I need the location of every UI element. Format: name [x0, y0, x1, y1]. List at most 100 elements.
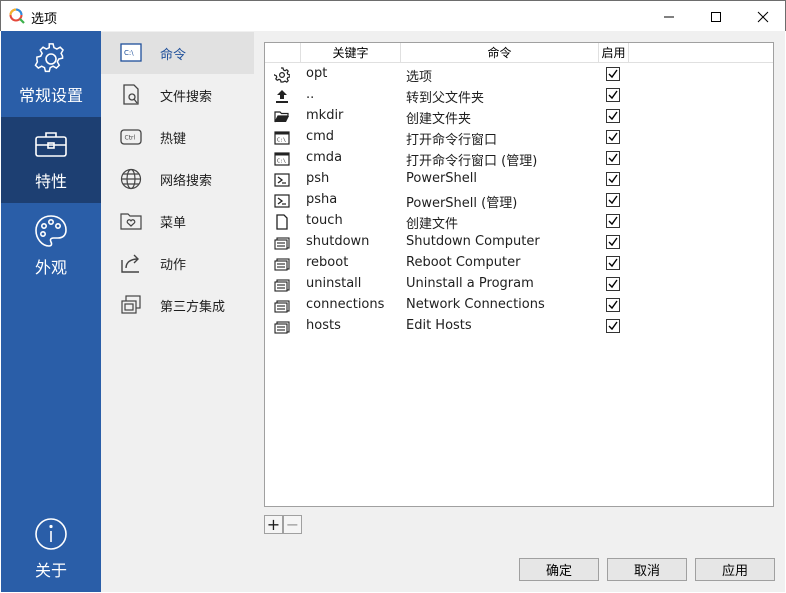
table-row[interactable]: reboot Reboot Computer: [265, 253, 773, 274]
enabled-checkbox[interactable]: [606, 298, 620, 312]
folder-open-icon: [274, 111, 289, 123]
stack-window-icon: [274, 279, 290, 292]
enabled-checkbox[interactable]: [606, 151, 620, 165]
add-command-button[interactable]: +: [264, 515, 283, 534]
sub-item-actions[interactable]: 动作: [101, 242, 254, 284]
enabled-checkbox[interactable]: [606, 172, 620, 186]
rail-item-general[interactable]: 常规设置: [1, 31, 101, 117]
row-command: 转到父文件夹: [406, 91, 485, 106]
rail-item-appearance[interactable]: 外观: [1, 203, 101, 289]
enabled-checkbox[interactable]: [606, 67, 620, 81]
title-bar: 选项: [0, 0, 786, 31]
row-keyword: connections: [306, 297, 385, 312]
row-command: Shutdown Computer: [406, 234, 540, 249]
enabled-checkbox[interactable]: [606, 109, 620, 123]
enabled-checkbox[interactable]: [606, 214, 620, 228]
table-row[interactable]: hosts Edit Hosts: [265, 316, 773, 337]
row-command: PowerShell (管理): [406, 196, 518, 211]
sub-item-actions-label: 动作: [160, 257, 187, 273]
table-row[interactable]: connections Network Connections: [265, 295, 773, 316]
header-command[interactable]: 命令: [401, 43, 599, 63]
sub-item-hotkeys[interactable]: Ctrl 热键: [101, 116, 254, 158]
row-keyword: shutdown: [306, 234, 370, 249]
close-icon: [757, 11, 769, 22]
enabled-checkbox[interactable]: [606, 319, 620, 333]
sub-item-third-party[interactable]: 第三方集成: [101, 284, 254, 326]
commands-table[interactable]: 关键字 命令 启用 opt 选项 .. 转到父文件夹 mkdir 创建文件夹 C…: [264, 42, 774, 507]
info-icon: [35, 518, 67, 550]
close-button[interactable]: [740, 1, 786, 32]
powershell-icon: [274, 173, 290, 187]
table-row[interactable]: mkdir 创建文件夹: [265, 106, 773, 127]
row-keyword: opt: [306, 66, 328, 81]
upload-icon: [276, 90, 288, 103]
row-command: Network Connections: [406, 297, 545, 312]
checkmark-icon: [608, 300, 618, 310]
cancel-button[interactable]: 取消: [607, 558, 687, 581]
rail-item-appearance-label: 外观: [34, 258, 67, 277]
row-command: Reboot Computer: [406, 255, 521, 270]
enabled-checkbox[interactable]: [606, 256, 620, 270]
rail-item-features-label: 特性: [34, 172, 67, 191]
minimize-button[interactable]: [646, 1, 692, 32]
table-row[interactable]: uninstall Uninstall a Program: [265, 274, 773, 295]
app-logo-icon: [9, 8, 25, 24]
windows-stack-icon: [121, 295, 141, 314]
apply-button[interactable]: 应用: [695, 558, 775, 581]
sub-item-third-party-label: 第三方集成: [160, 299, 226, 315]
row-keyword: uninstall: [306, 276, 362, 291]
table-row[interactable]: C:\ cmd 打开命令行窗口: [265, 127, 773, 148]
enabled-checkbox[interactable]: [606, 235, 620, 249]
table-row[interactable]: opt 选项: [265, 64, 773, 85]
enabled-checkbox[interactable]: [606, 193, 620, 207]
checkmark-icon: [608, 237, 618, 247]
gear-icon: [34, 43, 64, 73]
window-title: 选项: [31, 12, 58, 27]
enabled-checkbox[interactable]: [606, 88, 620, 102]
row-keyword: psh: [306, 171, 330, 186]
row-keyword: touch: [306, 213, 343, 228]
ok-button[interactable]: 确定: [519, 558, 599, 581]
stack-window-icon: [274, 300, 290, 313]
enabled-checkbox[interactable]: [606, 130, 620, 144]
svg-text:C:\: C:\: [277, 159, 286, 165]
rail-item-features[interactable]: 特性: [1, 117, 101, 203]
sub-item-web-search[interactable]: 网络搜索: [101, 158, 254, 200]
row-keyword: cmda: [306, 150, 343, 165]
row-command: 创建文件: [406, 217, 459, 232]
file-icon: [276, 214, 288, 230]
checkmark-icon: [608, 90, 618, 100]
table-row[interactable]: .. 转到父文件夹: [265, 85, 773, 106]
folder-heart-icon: [120, 213, 142, 230]
sub-item-commands[interactable]: C:\ 命令: [101, 32, 254, 74]
row-command: 打开命令行窗口 (管理): [406, 154, 538, 169]
palette-icon: [35, 215, 67, 247]
table-row[interactable]: psha PowerShell (管理): [265, 190, 773, 211]
rail-item-about-label: 关于: [34, 561, 67, 580]
gear-icon: [274, 67, 290, 83]
remove-command-button[interactable]: −: [283, 515, 302, 534]
cmd-window-icon: C:\: [274, 131, 290, 145]
commands-panel: 关键字 命令 启用 opt 选项 .. 转到父文件夹 mkdir 创建文件夹 C…: [254, 31, 785, 592]
table-row[interactable]: psh PowerShell: [265, 169, 773, 190]
table-row[interactable]: shutdown Shutdown Computer: [265, 232, 773, 253]
checkmark-icon: [608, 195, 618, 205]
sub-item-menu[interactable]: 菜单: [101, 200, 254, 242]
header-enabled[interactable]: 启用: [599, 43, 629, 63]
rail-item-about[interactable]: 关于: [1, 506, 101, 592]
table-row[interactable]: touch 创建文件: [265, 211, 773, 232]
checkmark-icon: [608, 132, 618, 142]
checkmark-icon: [608, 153, 618, 163]
maximize-icon: [711, 11, 721, 22]
table-row[interactable]: C:\ cmda 打开命令行窗口 (管理): [265, 148, 773, 169]
header-keyword[interactable]: 关键字: [301, 43, 401, 63]
sub-item-file-search[interactable]: 文件搜索: [101, 74, 254, 116]
enabled-checkbox[interactable]: [606, 277, 620, 291]
stack-window-icon: [274, 321, 290, 334]
maximize-button[interactable]: [693, 1, 739, 32]
powershell-icon: [274, 194, 290, 208]
svg-text:Ctrl: Ctrl: [125, 135, 136, 142]
row-keyword: hosts: [306, 318, 341, 333]
row-keyword: ..: [306, 87, 315, 102]
row-command: PowerShell: [406, 171, 478, 186]
